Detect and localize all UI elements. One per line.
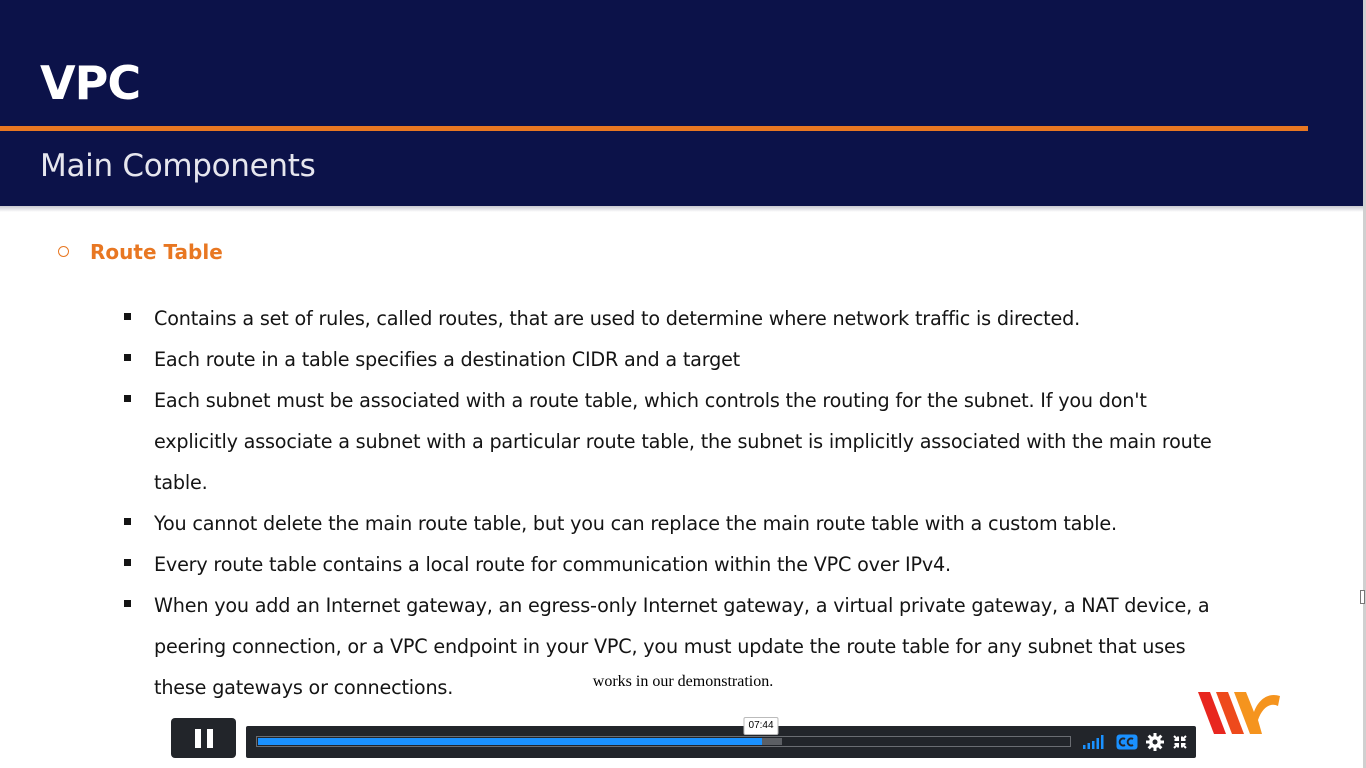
bullet-text: Each subnet must be associated with a ro… <box>154 389 1212 494</box>
player-controls <box>246 726 1196 758</box>
bullet-list: Contains a set of rules, called routes, … <box>122 298 1232 708</box>
bullet-text: Every route table contains a local route… <box>154 553 951 576</box>
list-item: Each route in a table specifies a destin… <box>122 339 1232 380</box>
slide-header: VPC Main Components <box>0 0 1366 206</box>
section-heading: Route Table <box>90 240 223 264</box>
slide-title: VPC <box>40 56 141 110</box>
slide-subtitle: Main Components <box>40 148 316 184</box>
square-bullet-icon <box>124 354 131 361</box>
subtitle-caption: works in our demonstration. <box>592 673 774 690</box>
square-bullet-icon <box>124 395 131 402</box>
progress-track[interactable] <box>256 736 1071 747</box>
accent-divider <box>0 126 1308 131</box>
bullet-text: Each route in a table specifies a destin… <box>154 348 740 371</box>
list-item: Every route table contains a local route… <box>122 544 1232 585</box>
list-item: You cannot delete the main route table, … <box>122 503 1232 544</box>
header-shadow <box>0 206 1366 212</box>
list-item: Contains a set of rules, called routes, … <box>122 298 1232 339</box>
fullscreen-icon[interactable] <box>1173 735 1187 749</box>
bullet-text: You cannot delete the main route table, … <box>154 512 1117 535</box>
settings-icon[interactable] <box>1146 733 1164 751</box>
square-bullet-icon <box>124 559 131 566</box>
pause-icon <box>207 729 213 748</box>
square-bullet-icon <box>124 313 131 320</box>
pause-icon <box>195 729 201 748</box>
square-bullet-icon <box>124 600 131 607</box>
pause-button[interactable] <box>171 718 236 758</box>
circle-bullet-icon <box>58 246 69 257</box>
list-item: Each subnet must be associated with a ro… <box>122 380 1232 503</box>
brand-logo <box>1198 692 1280 734</box>
progress-fill <box>258 738 763 745</box>
resize-handle[interactable] <box>1360 590 1365 604</box>
bullet-text: Contains a set of rules, called routes, … <box>154 307 1080 330</box>
volume-icon[interactable] <box>1083 735 1107 749</box>
square-bullet-icon <box>124 518 131 525</box>
captions-icon[interactable] <box>1116 734 1138 750</box>
current-time-tooltip: 07:44 <box>743 717 779 735</box>
